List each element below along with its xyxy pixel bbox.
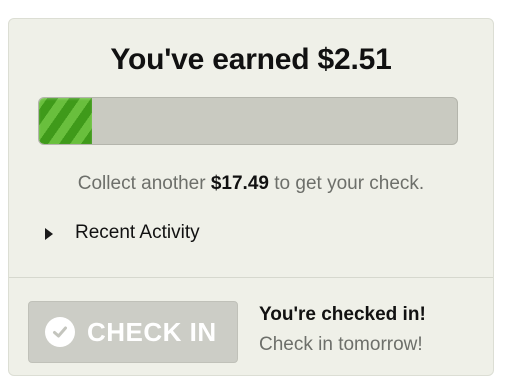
remaining-amount: $17.49 [210,173,269,194]
recent-activity-toggle[interactable]: Recent Activity [45,222,200,244]
earnings-section: You've earned $2.51 Collect another $17.… [9,19,493,277]
progress-fill [39,98,92,144]
collect-suffix: to get your check. [268,173,425,194]
checkin-section: CHECK IN You're checked in! Check in tom… [9,278,493,375]
earnings-card: You've earned $2.51 Collect another $17.… [8,18,494,376]
check-in-button[interactable]: CHECK IN [28,301,238,363]
checked-in-title: You're checked in! [259,304,426,325]
checkin-status: You're checked in! Check in tomorrow! [259,304,426,356]
collect-message: Collect another $17.49 to get your check… [9,173,493,195]
check-in-label: CHECK IN [87,316,217,347]
check-in-tomorrow-text: Check in tomorrow! [259,334,423,355]
recent-activity-label: Recent Activity [75,222,200,243]
earned-heading: You've earned $2.51 [110,43,392,76]
collect-prefix: Collect another [77,173,211,194]
triangle-right-icon [45,228,53,240]
checkmark-circle-icon [45,317,75,347]
earnings-progress-bar [38,97,458,145]
